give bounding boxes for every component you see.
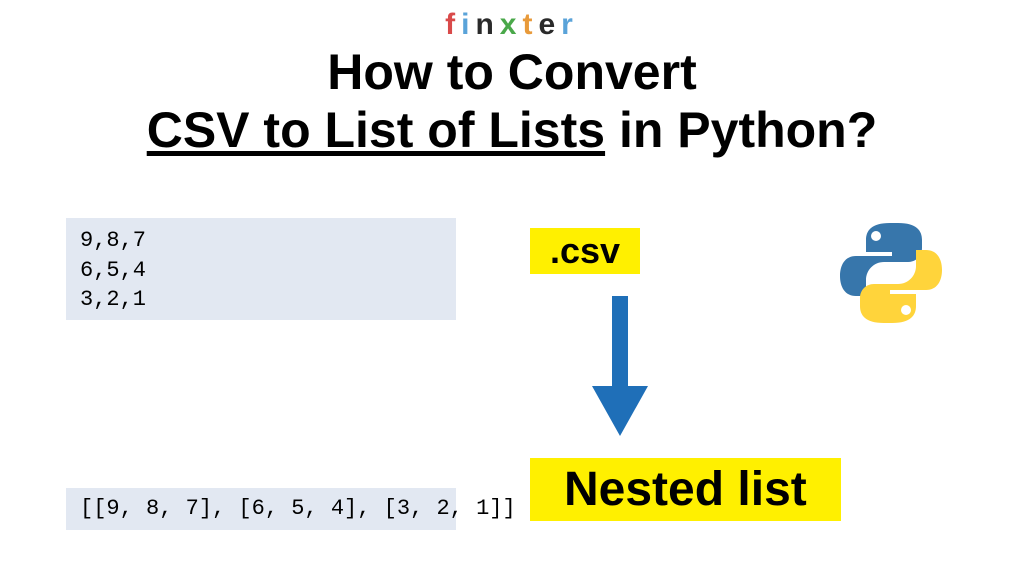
title-tail: in Python? bbox=[605, 102, 877, 158]
logo-letter-n: n bbox=[475, 8, 499, 41]
csv-code-box: 9,8,7 6,5,4 3,2,1 bbox=[66, 218, 456, 320]
logo-letter-r: r bbox=[561, 8, 579, 41]
title-underlined: CSV to List of Lists bbox=[147, 102, 605, 158]
csv-label: .csv bbox=[530, 228, 640, 274]
logo-letter-i: i bbox=[461, 8, 475, 41]
finxter-logo: finxter bbox=[445, 8, 579, 42]
python-logo-icon bbox=[836, 218, 946, 333]
title-line1: How to Convert bbox=[327, 44, 696, 100]
nested-list-label: Nested list bbox=[530, 458, 841, 521]
logo-letter-e: e bbox=[538, 8, 561, 41]
nested-list-code-box: [[9, 8, 7], [6, 5, 4], [3, 2, 1]] bbox=[66, 488, 456, 530]
page-title: How to Convert CSV to List of Lists in P… bbox=[0, 44, 1024, 159]
down-arrow-icon bbox=[592, 296, 648, 441]
logo-letter-f: f bbox=[445, 8, 461, 41]
logo-letter-t: t bbox=[522, 8, 538, 41]
logo-letter-x: x bbox=[500, 8, 523, 41]
